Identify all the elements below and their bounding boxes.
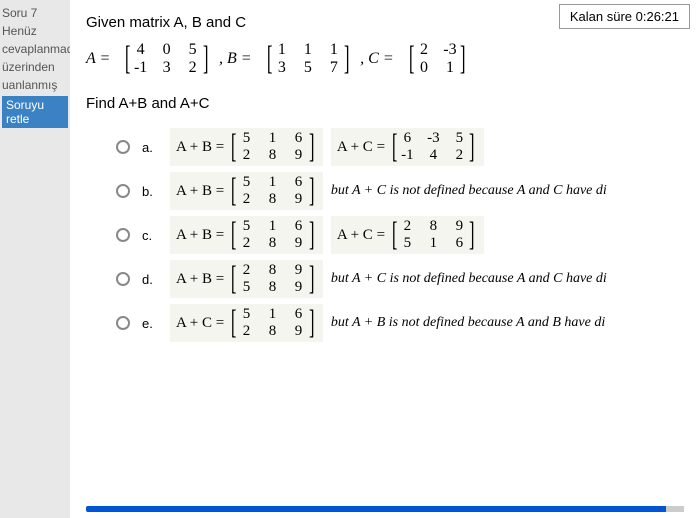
matrix-c: [ 2-3 01 ] (406, 41, 469, 77)
matrix-definitions: A = [ 405 -132 ] , B = [ 111 357 ] , C = (86, 41, 684, 77)
radio-c[interactable] (116, 228, 130, 242)
matrix-a-label: A = (86, 50, 110, 68)
radio-b[interactable] (116, 184, 130, 198)
matrix-a: [ 405 -132 ] (122, 41, 211, 77)
radio-d[interactable] (116, 272, 130, 286)
sidebar-item-question-num: Soru 7 (2, 4, 68, 22)
question-find: Find A+B and A+C (86, 95, 684, 112)
timer-label: Kalan süre 0:26:21 (559, 4, 690, 29)
option-a-label: a. (142, 140, 158, 155)
option-d[interactable]: d. A + B = [ 289 589 ] but A + C is not … (116, 260, 684, 298)
option-e[interactable]: e. A + C = [ 516 289 ] but A + B is not … (116, 304, 684, 342)
sidebar-item: üzerinden (2, 58, 68, 76)
option-d-explain: but A + C is not defined because A and C… (331, 271, 607, 287)
progress-bar (86, 506, 684, 512)
sidebar: Soru 7 Henüz cevaplanmadı üzerinden uanl… (0, 0, 70, 518)
sidebar-item: Henüz (2, 22, 68, 40)
matrix-b-label: , B = (219, 50, 252, 68)
option-d-label: d. (142, 272, 158, 287)
option-c-label: c. (142, 228, 158, 243)
option-e-explain: but A + B is not defined because A and B… (331, 315, 605, 331)
radio-a[interactable] (116, 140, 130, 154)
option-a[interactable]: a. A + B = [ 516 289 ] A + C = [ 6-35 -1… (116, 128, 684, 166)
option-e-label: e. (142, 316, 158, 331)
sidebar-item: uanlanmış (2, 76, 68, 94)
sidebar-item-flag-question[interactable]: Soruyu retle (2, 96, 68, 128)
main-content: Kalan süre 0:26:21 Given matrix A, B and… (70, 0, 700, 518)
radio-e[interactable] (116, 316, 130, 330)
option-c[interactable]: c. A + B = [ 516 289 ] A + C = [ 289 516 (116, 216, 684, 254)
option-b-explain: but A + C is not defined because A and C… (331, 183, 607, 199)
sidebar-item: cevaplanmadı (2, 40, 68, 58)
option-b-label: b. (142, 184, 158, 199)
option-b[interactable]: b. A + B = [ 516 289 ] but A + C is not … (116, 172, 684, 210)
options-list: a. A + B = [ 516 289 ] A + C = [ 6-35 -1… (116, 128, 684, 342)
matrix-b: [ 111 357 ] (264, 41, 353, 77)
matrix-c-label: , C = (360, 50, 393, 68)
